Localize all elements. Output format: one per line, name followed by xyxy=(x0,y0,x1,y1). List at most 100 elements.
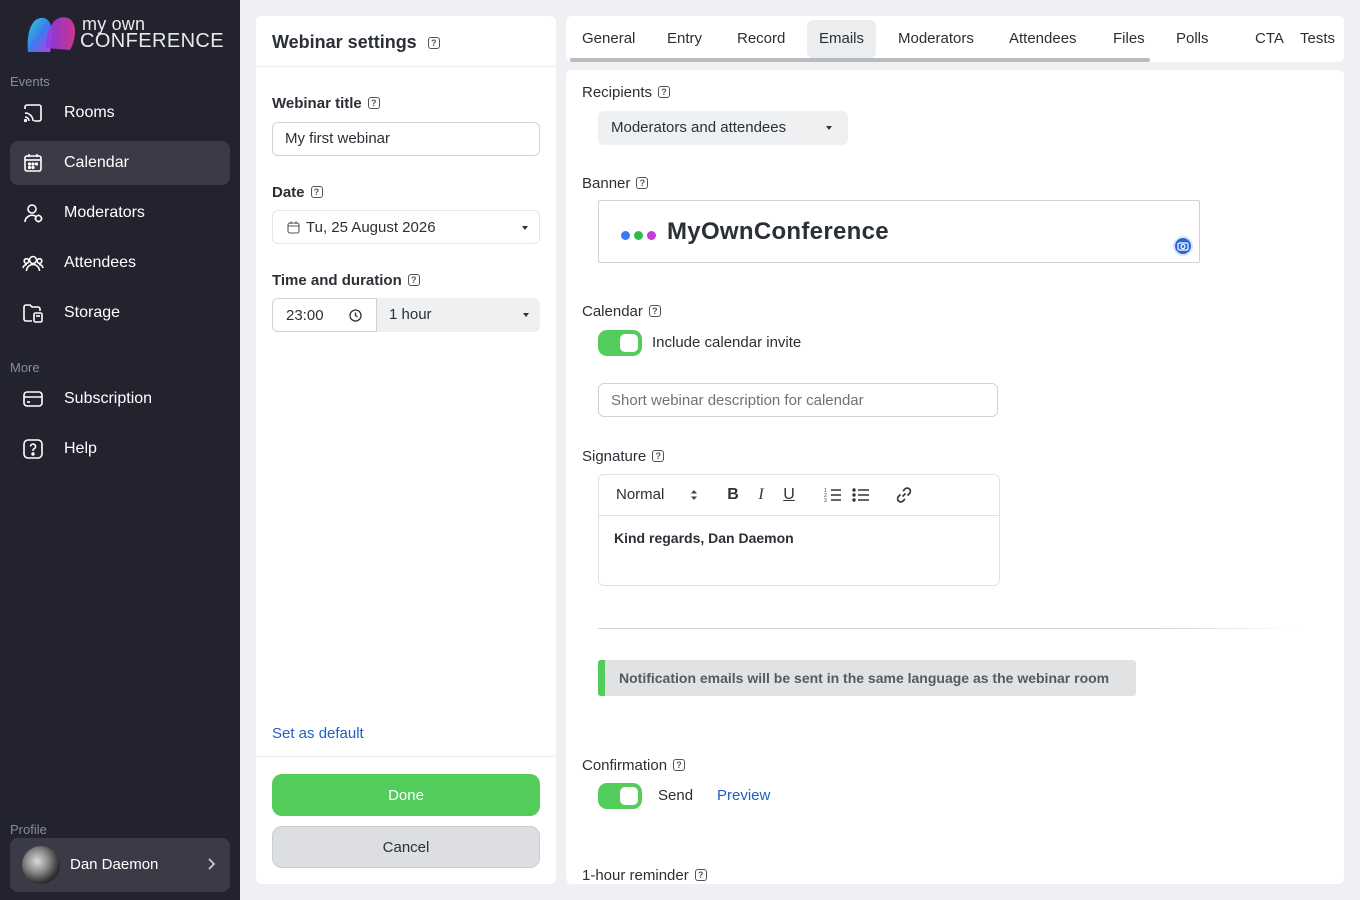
tab-emails[interactable]: Emails xyxy=(807,20,877,58)
sidebar-item-help[interactable]: Help xyxy=(10,427,230,471)
signature-editor[interactable]: Normal B I U 123 Kind regards, Dan Daemo… xyxy=(598,474,1000,586)
settings-title-text: Webinar settings xyxy=(272,32,417,52)
help-icon[interactable]: ? xyxy=(427,37,440,50)
caret-down-icon xyxy=(826,126,832,130)
settings-header: Webinar settings ? xyxy=(256,16,556,67)
tab-entry[interactable]: Entry xyxy=(655,20,714,58)
tab-general[interactable]: General xyxy=(570,20,647,58)
signature-text[interactable]: Kind regards, Dan Daemon xyxy=(614,530,794,546)
calendar-invite-label: Include calendar invite xyxy=(652,334,802,351)
calendar-description-input[interactable]: Short webinar description for calendar xyxy=(598,383,998,417)
calendar-description-placeholder: Short webinar description for calendar xyxy=(611,392,864,409)
language-notice: Notification emails will be sent in the … xyxy=(598,660,1136,696)
avatar xyxy=(22,846,60,884)
bullet-list-icon[interactable] xyxy=(851,485,871,505)
ordered-list-icon[interactable]: 123 xyxy=(823,485,843,505)
duration-select[interactable]: 1 hour xyxy=(377,298,540,332)
banner-label-text: Banner xyxy=(582,175,631,192)
sidebar: my own CONFERENCE Events Rooms Calendar … xyxy=(0,0,240,900)
app-logo[interactable]: my own CONFERENCE xyxy=(24,12,224,56)
tab-files[interactable]: Files xyxy=(1101,20,1157,58)
cancel-button[interactable]: Cancel xyxy=(272,826,540,868)
date-value: Tu, 25 August 2026 xyxy=(306,219,436,236)
clock-icon[interactable] xyxy=(349,309,362,322)
underline-icon[interactable]: U xyxy=(779,485,799,505)
duration-value: 1 hour xyxy=(389,306,432,323)
link-icon[interactable] xyxy=(894,485,914,505)
done-button[interactable]: Done xyxy=(272,774,540,816)
reminder-label: 1-hour reminder? xyxy=(582,867,707,884)
help-icon xyxy=(23,439,43,459)
tab-attendees[interactable]: Attendees xyxy=(997,20,1089,58)
calendar-icon xyxy=(287,221,300,234)
profile-section-label: Profile xyxy=(10,822,47,837)
banner-brand: MyOwnConference xyxy=(667,218,889,245)
reminder-label-text: 1-hour reminder xyxy=(582,867,689,884)
webinar-title-label: Webinar title? xyxy=(272,95,380,112)
bold-icon[interactable]: B xyxy=(723,485,743,505)
confirmation-send-toggle[interactable] xyxy=(598,783,642,809)
profile-button[interactable]: Dan Daemon xyxy=(10,838,230,892)
help-icon[interactable]: ? xyxy=(367,97,380,110)
italic-icon[interactable]: I xyxy=(751,485,771,505)
emails-panel: Recipients? Moderators and attendees Ban… xyxy=(566,70,1344,884)
webinar-settings-panel: Webinar settings ? Webinar title? My fir… xyxy=(256,16,556,884)
tab-record[interactable]: Record xyxy=(725,20,797,58)
set-as-default-link[interactable]: Set as default xyxy=(272,725,364,742)
toggle-knob xyxy=(620,334,638,352)
sidebar-item-label: Rooms xyxy=(64,104,115,121)
confirmation-preview-link[interactable]: Preview xyxy=(717,787,770,804)
help-icon[interactable]: ? xyxy=(310,186,323,199)
calendar-icon xyxy=(24,154,42,172)
recipients-select[interactable]: Moderators and attendees xyxy=(598,111,848,145)
confirmation-label-text: Confirmation xyxy=(582,757,668,774)
webinar-title-input[interactable]: My first webinar xyxy=(272,122,540,156)
settings-tabs: General Entry Record Emails Moderators A… xyxy=(566,16,1344,62)
sidebar-item-rooms[interactable]: Rooms xyxy=(10,91,230,135)
tab-tests[interactable]: Tests xyxy=(1288,20,1344,58)
calendar-invite-toggle[interactable] xyxy=(598,330,642,356)
tab-polls[interactable]: Polls xyxy=(1164,20,1221,58)
recipients-value: Moderators and attendees xyxy=(611,119,787,136)
signature-label-text: Signature xyxy=(582,448,647,465)
tabs-scrollbar[interactable] xyxy=(570,58,1150,62)
date-label: Date? xyxy=(272,184,323,201)
sidebar-item-attendees[interactable]: Attendees xyxy=(10,241,230,285)
help-icon[interactable]: ? xyxy=(636,177,649,190)
notice-text: Notification emails will be sent in the … xyxy=(619,670,1110,686)
confirmation-send-label: Send xyxy=(658,787,694,804)
help-icon[interactable]: ? xyxy=(673,759,686,772)
help-icon[interactable]: ? xyxy=(407,274,420,287)
recipients-label: Recipients? xyxy=(582,84,671,101)
sidebar-item-calendar[interactable]: Calendar xyxy=(10,141,230,185)
logo-mark-icon xyxy=(27,17,75,52)
time-value: 23:00 xyxy=(286,307,324,324)
banner-dot-blue xyxy=(621,231,630,240)
email-banner: MyOwnConference xyxy=(598,200,1200,263)
calendar-label-text: Calendar xyxy=(582,303,643,320)
camera-icon[interactable] xyxy=(1173,236,1193,256)
cast-icon xyxy=(23,104,42,123)
time-duration-label: Time and duration? xyxy=(272,272,420,289)
tab-moderators[interactable]: Moderators xyxy=(886,20,986,58)
confirmation-label: Confirmation? xyxy=(582,757,686,774)
sidebar-item-storage[interactable]: Storage xyxy=(10,291,230,335)
sidebar-item-subscription[interactable]: Subscription xyxy=(10,377,230,421)
help-icon[interactable]: ? xyxy=(652,450,665,463)
svg-text:3: 3 xyxy=(824,498,827,504)
attendees-icon xyxy=(22,255,44,272)
date-select[interactable]: Tu, 25 August 2026 xyxy=(272,210,540,244)
sidebar-item-moderators[interactable]: Moderators xyxy=(10,191,230,235)
calendar-label: Calendar? xyxy=(582,303,661,320)
format-select[interactable]: Normal xyxy=(616,486,664,503)
banner-dot-green xyxy=(634,231,643,240)
divider xyxy=(598,628,1298,629)
help-icon[interactable]: ? xyxy=(658,86,671,99)
more-section-label: More xyxy=(10,360,40,375)
toggle-knob xyxy=(620,787,638,805)
help-icon[interactable]: ? xyxy=(694,869,707,882)
sidebar-item-label: Help xyxy=(64,440,97,457)
time-input[interactable]: 23:00 xyxy=(272,298,377,332)
time-duration-label-text: Time and duration xyxy=(272,272,402,289)
help-icon[interactable]: ? xyxy=(648,305,661,318)
